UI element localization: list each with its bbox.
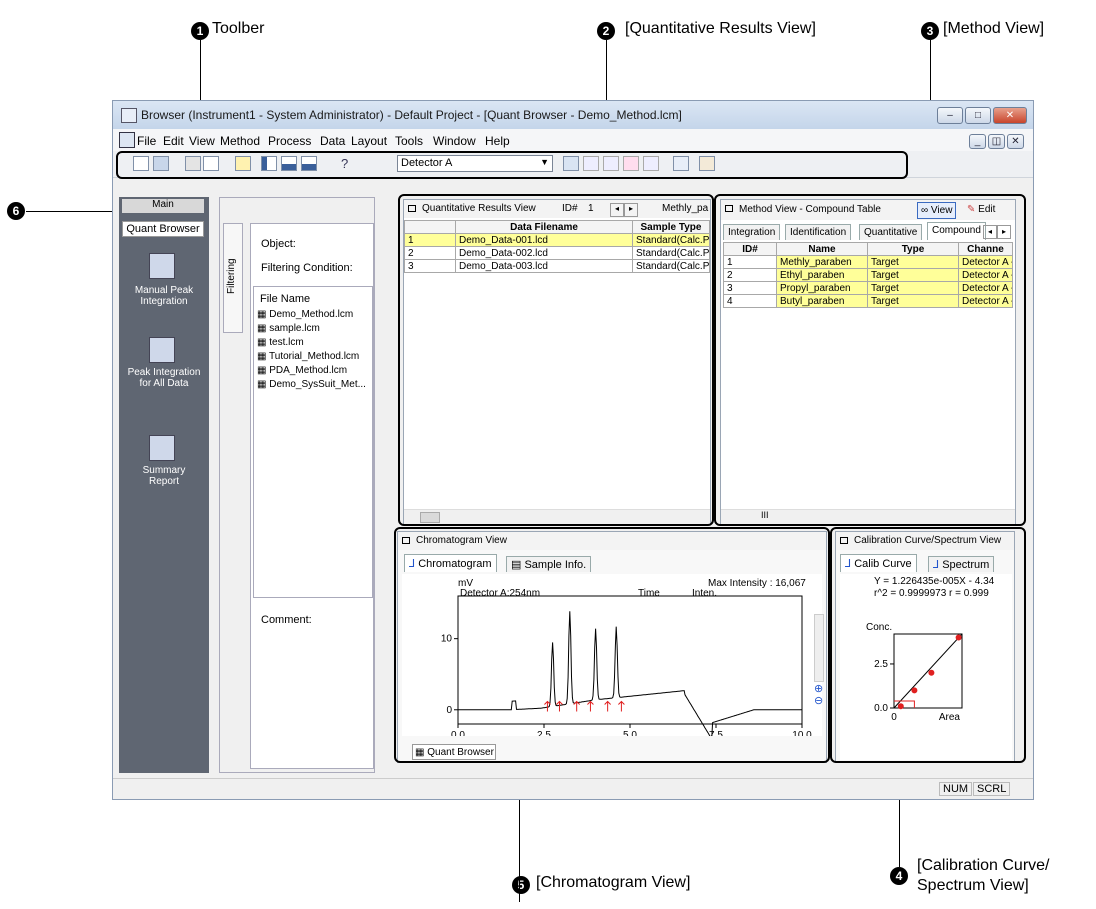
- callout-2-badge: 2: [597, 22, 615, 40]
- manual-peak-icon[interactable]: [149, 253, 175, 279]
- mdi-restore-button[interactable]: ◫: [988, 134, 1005, 149]
- app-icon: [121, 108, 137, 123]
- file-item[interactable]: ▦ test.lcm: [257, 337, 304, 348]
- peak-integration-all-label[interactable]: Peak Integration for All Data: [121, 367, 207, 389]
- filtering-tab-label: Filtering: [226, 258, 237, 294]
- callout-5-label: [Chromatogram View]: [536, 874, 691, 891]
- callout-3-label: [Method View]: [943, 20, 1045, 37]
- filtering-condition-label: Filtering Condition:: [261, 262, 353, 274]
- callout-4-badge: 4: [890, 867, 908, 885]
- status-num: NUM: [939, 782, 973, 796]
- explorer-content: Object: Filtering Condition: File Name ▦…: [250, 223, 374, 769]
- file-item[interactable]: ▦ Tutorial_Method.lcm: [257, 351, 359, 362]
- mdi-minimize-button[interactable]: _: [969, 134, 986, 149]
- comment-label: Comment:: [261, 614, 312, 626]
- callout-4-label-2: Spectrum View]: [917, 877, 1029, 894]
- window-title: Browser (Instrument1 - System Administra…: [141, 108, 682, 122]
- filtering-side-tab[interactable]: Filtering: [223, 223, 243, 333]
- minimize-button[interactable]: –: [937, 107, 963, 124]
- file-item[interactable]: ▦ sample.lcm: [257, 323, 320, 334]
- manual-peak-integration-label[interactable]: Manual Peak Integration: [119, 285, 209, 307]
- file-item[interactable]: ▦ Demo_Method.lcm: [257, 309, 353, 320]
- callout-4-label: [Calibration Curve/: [917, 857, 1050, 874]
- summary-report-icon[interactable]: [149, 435, 175, 461]
- calib-view-callout-frame: [830, 527, 1026, 763]
- menu-help[interactable]: Help: [485, 134, 510, 148]
- status-scrl: SCRL: [973, 782, 1011, 796]
- menu-data[interactable]: Data: [320, 134, 345, 148]
- callout-3-badge: 3: [921, 22, 939, 40]
- menu-doc-icon: [119, 132, 135, 148]
- callout-6-badge: 6: [7, 202, 25, 220]
- menu-file[interactable]: File: [137, 134, 156, 148]
- menu-edit[interactable]: Edit: [163, 134, 184, 148]
- chrom-view-callout-frame: [394, 527, 830, 763]
- explorer-panel: Filtering Object: Filtering Condition: F…: [219, 197, 375, 773]
- toolbar-callout-frame: [116, 151, 908, 179]
- callout-5-badge: 5: [512, 876, 530, 894]
- close-button[interactable]: ✕: [993, 107, 1027, 124]
- file-list: File Name ▦ Demo_Method.lcm ▦ sample.lcm…: [253, 286, 373, 598]
- file-name-header[interactable]: File Name: [260, 293, 310, 305]
- object-label: Object:: [261, 238, 296, 250]
- menu-tools[interactable]: Tools: [395, 134, 423, 148]
- method-view-callout-frame: [714, 194, 1026, 526]
- menu-view[interactable]: View: [189, 134, 215, 148]
- peak-integration-all-icon[interactable]: [149, 337, 175, 363]
- file-item[interactable]: ▦ PDA_Method.lcm: [257, 365, 347, 376]
- status-bar: NUM SCRL: [113, 778, 1033, 799]
- menu-method[interactable]: Method: [220, 134, 260, 148]
- callout-1-badge: 1: [191, 22, 209, 40]
- quant-browser-label[interactable]: Quant Browser: [122, 221, 204, 237]
- menu-window[interactable]: Window: [433, 134, 476, 148]
- menu-layout[interactable]: Layout: [351, 134, 387, 148]
- callout-1-label: Toolber: [212, 20, 265, 37]
- file-item[interactable]: ▦ Demo_SysSuit_Met...: [257, 379, 366, 390]
- menu-bar: File Edit View Method Process Data Layou…: [113, 129, 1033, 151]
- assistant-main-tab[interactable]: Main: [122, 199, 204, 213]
- menu-process[interactable]: Process: [268, 134, 311, 148]
- summary-report-label[interactable]: Summary Report: [137, 465, 191, 487]
- assistant-bar: Main Quant Browser Manual Peak Integrati…: [119, 197, 209, 773]
- maximize-button[interactable]: □: [965, 107, 991, 124]
- mdi-close-button[interactable]: ✕: [1007, 134, 1024, 149]
- title-bar: Browser (Instrument1 - System Administra…: [113, 101, 1033, 129]
- callout-2-label: [Quantitative Results View]: [625, 20, 816, 37]
- quant-view-callout-frame: [398, 194, 714, 526]
